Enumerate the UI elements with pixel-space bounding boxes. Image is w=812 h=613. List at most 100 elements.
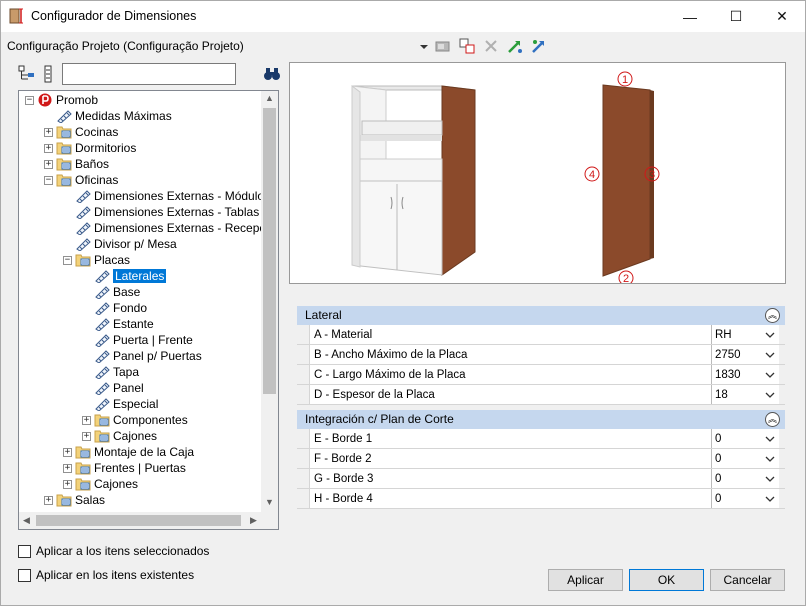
collapse-icon[interactable]: − (44, 175, 53, 185)
apply-button[interactable]: Aplicar (548, 569, 623, 591)
expand-icon[interactable]: + (82, 431, 91, 441)
tree-item[interactable]: Dimensiones Externas - Recepción (63, 220, 279, 236)
expand-icon[interactable]: + (44, 143, 53, 153)
chevron-down-icon[interactable] (765, 351, 775, 359)
tree-item-label: Placas (94, 253, 131, 267)
property-group-cut-plan: Integración c/ Plan de Corte ︽ E - Borde… (297, 410, 785, 509)
category-tree[interactable]: − Promob Medidas Máximas + Cocinas + Dormitori… (18, 90, 279, 530)
apply-selected-option[interactable]: Aplicar a los itens seleccionados (18, 544, 209, 558)
import-icon[interactable] (507, 38, 523, 54)
tree-item[interactable]: Dimensiones Externas - Tablas (63, 204, 259, 220)
scroll-left-icon[interactable]: ◀ (23, 515, 30, 526)
tree-item[interactable]: + Montaje de la Caja (63, 444, 194, 460)
scroll-down-icon[interactable]: ▼ (265, 497, 274, 507)
expand-icon[interactable]: + (82, 415, 91, 425)
chevron-down-icon[interactable] (765, 435, 775, 443)
tree-item[interactable]: Dimensiones Externas - Módulos (63, 188, 270, 204)
tree-item[interactable]: + Cajones (63, 476, 138, 492)
minimize-button[interactable]: — (667, 1, 713, 32)
tree-item[interactable]: Estante (82, 316, 154, 332)
expand-icon[interactable]: + (63, 463, 72, 473)
scroll-thumb[interactable] (263, 108, 276, 394)
folder-icon (56, 173, 75, 187)
apply-selected-checkbox[interactable] (18, 544, 31, 558)
chevron-down-icon[interactable] (765, 455, 775, 463)
collapse-icon[interactable]: ︽ (765, 412, 780, 427)
expand-icon[interactable]: + (63, 447, 72, 457)
property-name: A - Material (309, 325, 711, 344)
property-value-dropdown[interactable]: 1830 (711, 365, 779, 384)
new-config-icon[interactable] (435, 38, 451, 54)
chevron-down-icon[interactable] (765, 495, 775, 503)
property-value-dropdown[interactable]: 0 (711, 489, 779, 508)
tree-item[interactable]: − Placas (63, 252, 130, 268)
tree-vertical-scrollbar[interactable]: ▲ ▼ (261, 91, 278, 513)
group-header[interactable]: Integración c/ Plan de Corte ︽ (297, 410, 785, 429)
tree-item[interactable]: Medidas Máximas (44, 108, 172, 124)
apply-existing-checkbox[interactable] (18, 568, 31, 582)
scroll-thumb[interactable] (36, 515, 241, 526)
expand-icon[interactable]: + (44, 159, 53, 169)
tree-item[interactable]: Fondo (82, 300, 147, 316)
delete-icon[interactable] (483, 38, 499, 54)
export-icon[interactable] (531, 38, 547, 54)
tree-item[interactable]: + Frentes | Puertas (63, 460, 186, 476)
tree-item[interactable]: Panel p/ Puertas (82, 348, 202, 364)
tree-item-label: Cajones (113, 429, 158, 443)
tree-item[interactable]: + Salas (44, 492, 105, 508)
folder-icon (56, 493, 75, 507)
tree-item[interactable]: − Oficinas (44, 172, 118, 188)
chevron-down-icon[interactable] (765, 371, 775, 379)
tree-item[interactable]: + Cajones (82, 428, 157, 444)
chevron-down-icon[interactable] (765, 391, 775, 399)
copy-config-icon[interactable] (459, 38, 475, 54)
tree-item[interactable]: Laterales (82, 268, 167, 284)
tree-item[interactable]: Panel (82, 380, 144, 396)
close-button[interactable]: ✕ (759, 1, 805, 32)
collapse-tree-icon[interactable] (40, 65, 58, 83)
chevron-down-icon[interactable] (765, 331, 775, 339)
scroll-right-icon[interactable]: ▶ (250, 515, 257, 526)
expand-tree-icon[interactable] (18, 65, 36, 83)
tree-horizontal-scrollbar[interactable]: ◀ ▶ (19, 512, 263, 529)
tree-item[interactable]: Divisor p/ Mesa (63, 236, 177, 252)
property-value-dropdown[interactable]: 0 (711, 469, 779, 488)
property-value-dropdown[interactable]: RH (711, 325, 779, 344)
ruler-icon (94, 349, 113, 363)
property-name: H - Borde 4 (309, 489, 711, 508)
apply-existing-label: Aplicar en los itens existentes (36, 568, 195, 582)
property-value-dropdown[interactable]: 18 (711, 385, 779, 404)
tree-item-label: Promob (56, 93, 99, 107)
tree-item[interactable]: Tapa (82, 364, 139, 380)
collapse-icon[interactable]: ︽ (765, 308, 780, 323)
property-value-dropdown[interactable]: 0 (711, 429, 779, 448)
scroll-corner (261, 512, 278, 529)
group-header[interactable]: Lateral ︽ (297, 306, 785, 325)
tree-item[interactable]: Especial (82, 396, 158, 412)
apply-existing-option[interactable]: Aplicar en los itens existentes (18, 568, 194, 582)
tree-item[interactable]: Base (82, 284, 140, 300)
configuration-selector[interactable]: Configuração Projeto (Configuração Proje… (7, 39, 244, 53)
ok-button[interactable]: OK (629, 569, 704, 591)
collapse-icon[interactable]: − (63, 255, 72, 265)
property-value-dropdown[interactable]: 2750 (711, 345, 779, 364)
binoculars-icon[interactable] (263, 65, 281, 83)
maximize-button[interactable]: ☐ (713, 1, 759, 32)
chevron-down-icon[interactable] (419, 42, 429, 52)
tree-search-input[interactable] (62, 63, 236, 85)
scroll-up-icon[interactable]: ▲ (265, 93, 274, 103)
expand-icon[interactable]: + (63, 479, 72, 489)
chevron-down-icon[interactable] (765, 475, 775, 483)
tree-item[interactable]: − Promob (25, 92, 98, 108)
cancel-button[interactable]: Cancelar (710, 569, 785, 591)
collapse-icon[interactable]: − (25, 95, 34, 105)
property-value-dropdown[interactable]: 0 (711, 449, 779, 468)
tree-item[interactable]: + Componentes (82, 412, 188, 428)
tree-item[interactable]: + Dormitorios (44, 140, 136, 156)
tree-item-label: Dimensiones Externas - Recepción (94, 221, 279, 235)
tree-item[interactable]: Puerta | Frente (82, 332, 193, 348)
expand-icon[interactable]: + (44, 127, 53, 137)
tree-item[interactable]: + Baños (44, 156, 109, 172)
expand-icon[interactable]: + (44, 495, 53, 505)
tree-item[interactable]: + Cocinas (44, 124, 118, 140)
